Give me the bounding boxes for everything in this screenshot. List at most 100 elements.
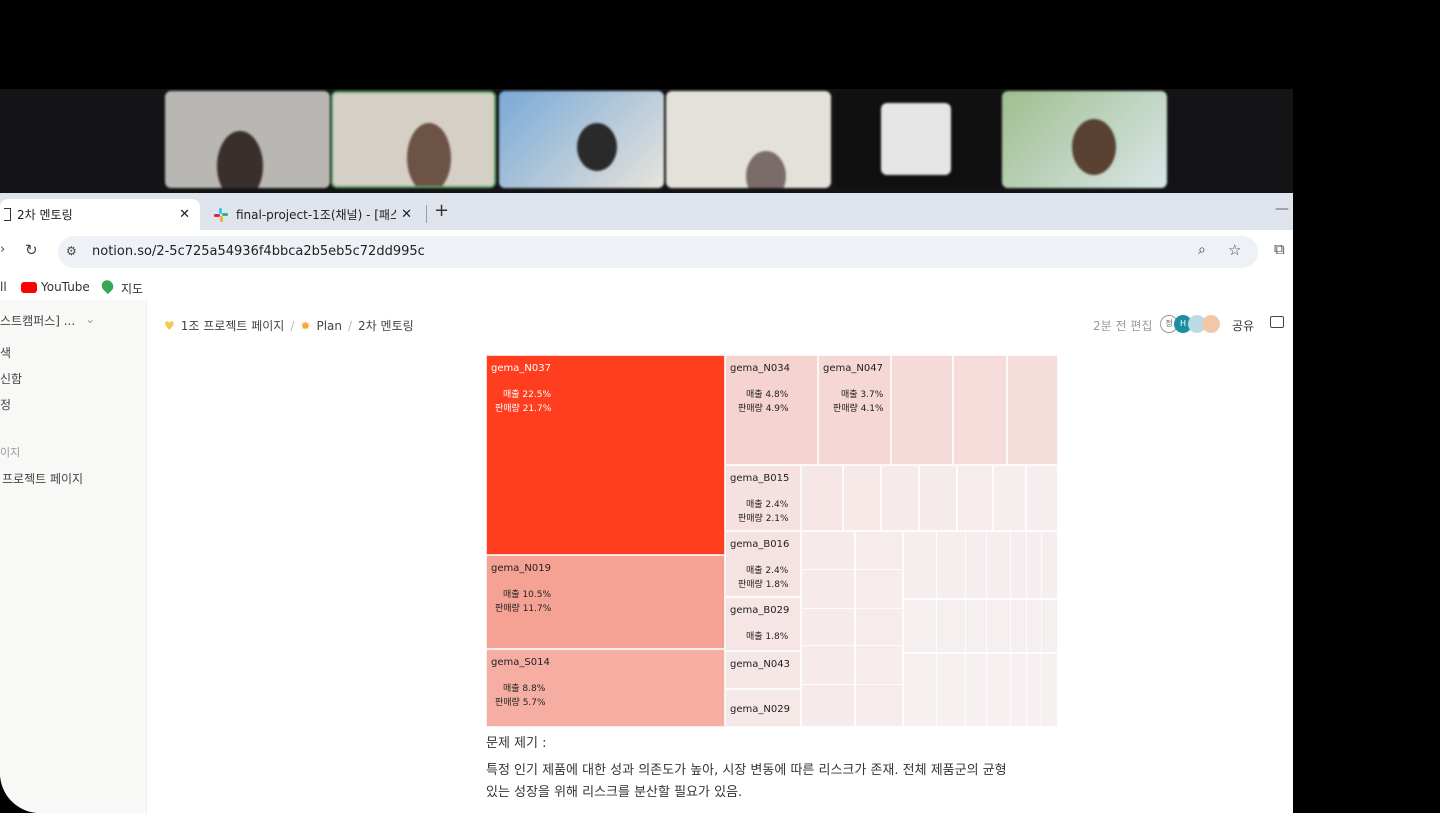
cell-volume: 판매량 5.7% [495,698,546,708]
sidebar-item[interactable]: 신함 [0,370,22,387]
workspace-switcher[interactable]: 스트캠퍼스] ... ⌄ [0,312,95,329]
treemap-cell: gema_S014 매출 8.8% 판매량 5.7% [486,649,725,727]
tab-2nd-mentoring[interactable]: 2차 멘토링 ✕ [0,199,200,230]
cell-revenue: 매출 2.4% [746,500,789,510]
sun-icon: ✸ [300,318,311,333]
treemap-cell: gema_N047 매출 3.7% 판매량 4.1% [818,355,891,465]
sidebar-item[interactable]: 색 [0,344,11,361]
breadcrumb-item[interactable]: 1조 프로젝트 페이지 [181,317,285,334]
extensions-icon[interactable]: ⧉ [1274,240,1285,258]
cell-volume: 판매량 4.9% [738,404,789,414]
cell-revenue: 매출 8.8% [503,684,546,694]
browser-toolbar: › ↻ ⚙ notion.so/2-5c725a54936f4bbca2b5eb… [0,230,1293,274]
bookmarks-bar: ll YouTube 지도 [0,274,1293,300]
cell-name: gema_N047 [823,363,883,374]
avatar[interactable] [1202,315,1220,333]
paragraph-line: 있는 성장을 위해 리스크를 분산할 필요가 있음. [486,785,743,800]
cell-volume: 판매량 11.7% [495,604,552,614]
cell-name: gema_N043 [730,659,790,670]
maps-pin-icon [99,277,116,295]
treemap-cell [801,531,855,727]
cell-name: gema_N037 [491,363,551,374]
tab-label: 2차 멘토링 [17,208,73,222]
cell-volume: 판매량 1.8% [738,580,789,590]
treemap-cell [1026,465,1058,531]
address-bar[interactable]: ⚙ notion.so/2-5c725a54936f4bbca2b5eb5c72… [58,236,1258,268]
treemap-cell [1007,355,1058,465]
cell-name: gema_N034 [730,363,790,374]
cell-name: gema_B015 [730,473,790,484]
cell-revenue: 매출 10.5% [503,590,552,600]
treemap-cell [801,465,843,531]
cell-name: gema_B029 [730,605,790,616]
browser-window: 2차 멘토링 ✕ final-project-1조(채널) - [패스 ✕ + … [0,193,1293,813]
close-icon[interactable]: ✕ [401,207,412,222]
treemap-cell: gema_N043 [725,651,801,689]
section-heading: 문제 제기 : [486,736,547,751]
reload-icon[interactable]: ↻ [25,241,38,259]
tab-slack-channel[interactable]: final-project-1조(채널) - [패스 ✕ [210,199,420,230]
video-participants-strip [0,89,1293,193]
tab-bar: 2차 멘토링 ✕ final-project-1조(채널) - [패스 ✕ + … [0,193,1293,230]
cell-name: gema_N029 [730,704,790,715]
close-icon[interactable]: ✕ [179,207,190,222]
participant-video-5[interactable] [835,91,1000,188]
cell-name: gema_N019 [491,563,551,574]
treemap-cell [801,569,903,609]
new-tab-icon[interactable]: + [434,200,449,221]
treemap-cell: gema_N034 매출 4.8% 판매량 4.9% [725,355,818,465]
sidebar-item-project-page[interactable]: 프로젝트 페이지 [2,470,83,487]
tab-divider [426,205,427,223]
site-settings-icon[interactable]: ⚙ [66,244,77,258]
breadcrumb-separator: / [290,318,295,333]
notion-icon [4,208,11,221]
comment-icon[interactable] [1270,316,1284,328]
notion-page: ♥ 1조 프로젝트 페이지 / ✸ Plan / 2차 멘토링 2분 전 편집 … [148,300,1293,813]
cell-volume: 판매량 2.1% [738,514,789,524]
url-text[interactable]: notion.so/2-5c725a54936f4bbca2b5eb5c72dd… [92,244,425,259]
cell-name: gema_S014 [491,657,550,668]
share-button[interactable]: 공유 [1232,317,1254,334]
treemap-cell [957,465,993,531]
participant-video-3[interactable] [499,91,664,188]
treemap-cell [1026,531,1042,727]
bookmark-star-icon[interactable]: ☆ [1228,241,1241,259]
cell-revenue: 매출 4.8% [746,390,789,400]
cell-volume: 판매량 4.1% [833,404,884,414]
minimize-icon[interactable]: — [1275,201,1289,217]
treemap-cell [986,531,1011,727]
participant-video-6[interactable] [1002,91,1167,188]
sidebar-section-label: 이지 [0,446,21,459]
cell-volume: 판매량 21.7% [495,404,552,414]
cell-revenue: 매출 2.4% [746,566,789,576]
bookmark-youtube[interactable]: YouTube [41,280,90,294]
bookmark-item[interactable]: ll [0,280,7,294]
youtube-icon [21,282,37,293]
bookmark-maps[interactable]: 지도 [121,280,143,297]
treemap-cell [953,355,1007,465]
treemap-cell: gema_B016 매출 2.4% 판매량 1.8% [725,531,801,597]
tab-label: final-project-1조(채널) - [패스 [236,208,396,222]
sidebar-item[interactable]: 정 [0,396,11,413]
treemap-cell: gema_B015 매출 2.4% 판매량 2.1% [725,465,801,531]
treemap-cell [843,465,881,531]
breadcrumb-item[interactable]: Plan [316,319,342,333]
workspace-name: 스트캠퍼스] ... [0,314,76,328]
treemap-cell: gema_B029 매출 1.8% [725,597,801,651]
treemap-cell [919,465,957,531]
forward-icon[interactable]: › [0,242,5,257]
zoom-icon[interactable]: ⌕ [1198,242,1206,258]
treemap-cell [881,465,919,531]
edited-status: 2분 전 편집 [1093,319,1153,333]
breadcrumb-item[interactable]: 2차 멘토링 [358,317,414,334]
heart-icon: ♥ [164,318,175,333]
treemap-cell [891,355,953,465]
treemap-cell [801,645,903,685]
participant-video-1[interactable] [165,91,330,188]
participant-video-2[interactable] [331,91,496,188]
cell-revenue: 매출 1.8% [746,632,789,642]
participant-video-4[interactable] [666,91,831,188]
treemap-cell [993,465,1026,531]
treemap-cell [936,531,966,727]
breadcrumb: ♥ 1조 프로젝트 페이지 / ✸ Plan / 2차 멘토링 [164,317,414,334]
